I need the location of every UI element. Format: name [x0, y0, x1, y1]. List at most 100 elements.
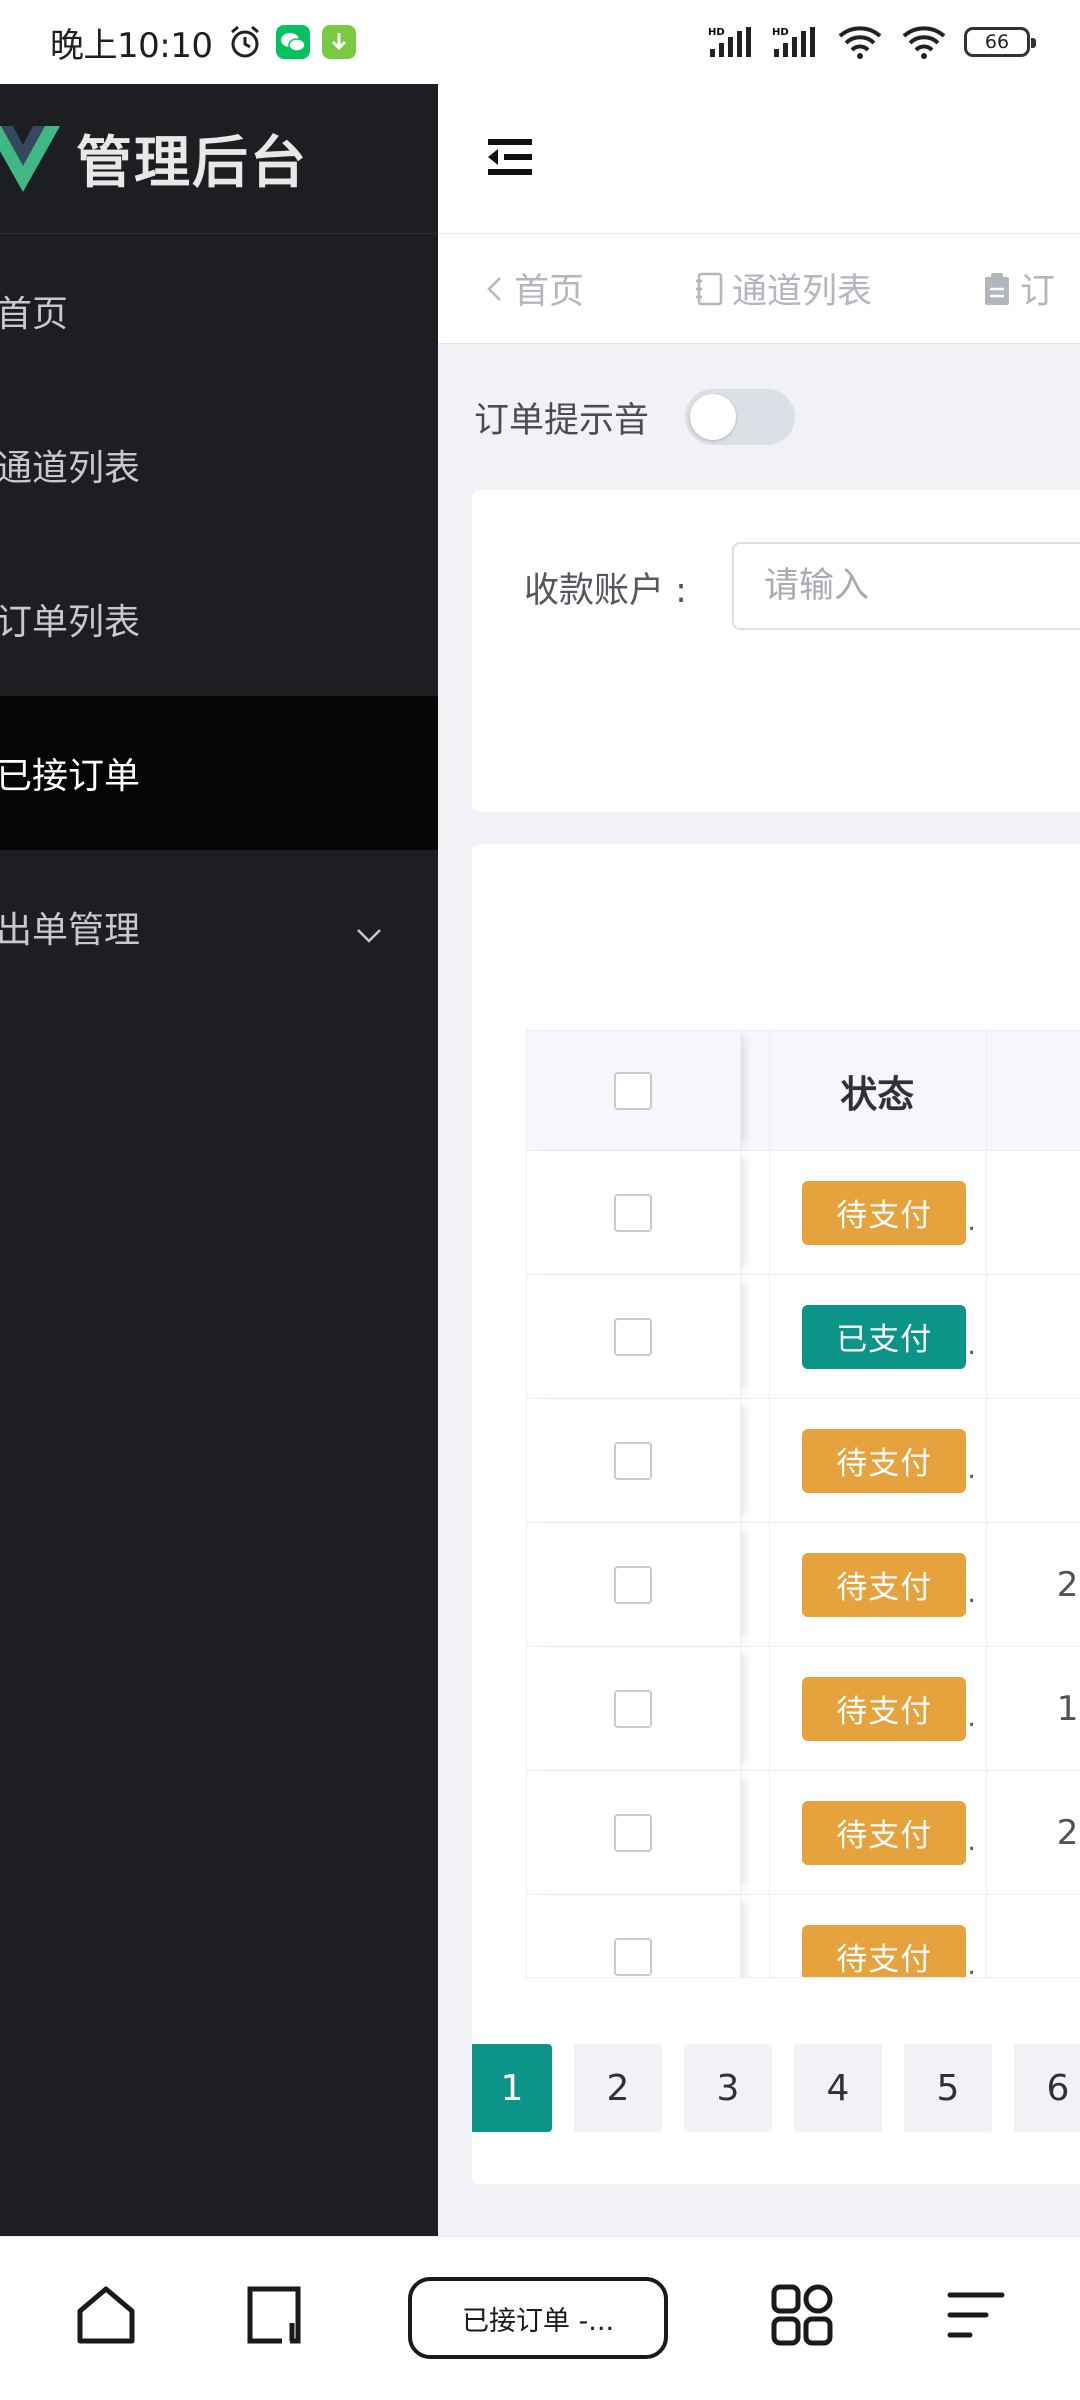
status-cell: 待支付.	[770, 1523, 987, 1646]
top-bar	[438, 84, 1080, 234]
next-cell: 2	[1056, 1564, 1079, 1605]
page-button-4[interactable]: 4	[794, 2044, 882, 2132]
sidebar-item-label: 首页	[0, 294, 69, 335]
table-row: 待支付. 2	[527, 1523, 1080, 1647]
truncation-dot: .	[967, 1827, 976, 1857]
tabs-bar: 首页 通道列表 订	[438, 234, 1080, 344]
notebook-icon	[696, 272, 723, 305]
status-cell: 待支付.	[770, 1151, 987, 1274]
table-row: 待支付. 1	[527, 1647, 1080, 1771]
home-icon[interactable]	[74, 2283, 138, 2351]
page-button-1[interactable]: 1	[472, 2044, 552, 2132]
sound-toggle-label: 订单提示音	[474, 400, 650, 441]
table-cell-gap	[741, 1771, 771, 1894]
row-checkbox-cell	[527, 1275, 741, 1398]
row-checkbox-cell	[527, 1771, 741, 1894]
table-cell-gap	[741, 1523, 771, 1646]
table-row: 待支付.	[527, 1399, 1080, 1523]
page-button-3[interactable]: 3	[684, 2044, 772, 2132]
header-checkbox-cell	[527, 1031, 741, 1150]
next-cell: 1	[1056, 1688, 1079, 1729]
wifi-icon-2	[900, 24, 950, 60]
sidebar-item-home[interactable]: 首页	[0, 234, 438, 388]
vue-logo-icon	[0, 124, 60, 194]
sound-toggle-row: 订单提示音	[438, 344, 1080, 490]
page-button-6[interactable]: 6	[1014, 2044, 1080, 2132]
tab-label: 订	[1020, 272, 1056, 312]
row-checkbox-cell	[527, 1647, 741, 1770]
status-cell: 待支付.	[770, 1399, 987, 1522]
truncation-dot: .	[967, 1579, 976, 1609]
download-icon	[322, 25, 357, 59]
orders-table: 状态 待支付. 已支付. 待支付 . 待支付 . 2 待支付 . 1 待支付 .…	[526, 1030, 1080, 1978]
truncation-dot: .	[967, 1703, 976, 1733]
table-row: 待支付.	[527, 1895, 1080, 1978]
pagination: 1 2 3 4 5 6	[472, 2044, 1080, 2132]
wifi-icon	[836, 24, 886, 60]
status-left-icons	[226, 23, 357, 61]
tab-order[interactable]: 订	[982, 263, 1055, 314]
menu-icon[interactable]	[944, 2283, 1008, 2351]
tab-home[interactable]: 首页	[484, 263, 584, 314]
main-content: 首页 通道列表 订 订单提示音 收款账户 : 请输入 状态 待支付 . 已支付 …	[438, 84, 1080, 2236]
sidebar-item-label: 出单管理	[0, 910, 141, 951]
row-checkbox[interactable]	[614, 1565, 653, 1604]
svg-text:HD: HD	[708, 27, 725, 38]
sidebar-item-accepted-orders[interactable]: 已接订单	[0, 696, 438, 850]
status-header-cell: 状态	[770, 1031, 987, 1150]
truncation-dot: .	[967, 1455, 976, 1485]
chevron-down-icon	[356, 912, 382, 953]
tab-label: 通道列表	[732, 272, 873, 312]
row-checkbox[interactable]	[614, 1317, 653, 1356]
select-all-checkbox[interactable]	[614, 1071, 653, 1110]
table-header-row: 状态	[527, 1031, 1080, 1151]
page-button-5[interactable]: 5	[904, 2044, 992, 2132]
account-input[interactable]	[732, 542, 1080, 630]
status-tag: 待支付	[802, 1180, 967, 1245]
table-card: 状态 待支付. 已支付. 待支付 . 待支付 . 2 待支付 . 1 待支付 .…	[472, 844, 1080, 2184]
signal-icon: HD	[708, 25, 758, 59]
table-cell-gap	[741, 1275, 771, 1398]
status-bar: 晚上10:10 HD HD 66	[0, 0, 1080, 84]
sidebar-item-label: 通道列表	[0, 448, 141, 489]
sidebar-item-channel-list[interactable]: 通道列表	[0, 388, 438, 542]
row-checkbox[interactable]	[614, 1193, 653, 1232]
tabs-icon[interactable]	[242, 2283, 306, 2351]
next-cell	[987, 1895, 1080, 1977]
battery-icon: 66	[964, 27, 1036, 57]
menu-fold-icon[interactable]	[486, 137, 534, 181]
tab-channel-list[interactable]: 通道列表	[694, 263, 872, 314]
row-checkbox-cell	[527, 1895, 741, 1977]
apps-grid-icon[interactable]	[770, 2283, 834, 2351]
table-row: 待支付.	[527, 1151, 1080, 1275]
sidebar: 管理后台 首页 通道列表 订单列表 已接订单 出单管理	[0, 84, 438, 2236]
table-cell-gap	[741, 1895, 771, 1977]
status-header: 状态	[840, 1072, 915, 1116]
wechat-icon	[276, 25, 311, 59]
table-row: 待支付. 2	[527, 1771, 1080, 1895]
search-card: 收款账户 :	[472, 490, 1080, 812]
browser-bottom-bar: 已接订单 -...	[0, 2236, 1080, 2400]
sidebar-item-dispatch-management[interactable]: 出单管理	[0, 850, 438, 1004]
page-button-2[interactable]: 2	[574, 2044, 662, 2132]
sidebar-title: 管理后台	[76, 131, 308, 196]
status-tag: 待支付	[802, 1800, 967, 1865]
sidebar-item-order-list[interactable]: 订单列表	[0, 542, 438, 696]
sound-toggle-switch[interactable]	[685, 389, 796, 445]
truncation-dot: .	[967, 1951, 976, 1978]
row-checkbox[interactable]	[614, 1441, 653, 1480]
next-header-cell	[987, 1031, 1080, 1150]
row-checkbox[interactable]	[614, 1689, 653, 1728]
alarm-icon	[226, 23, 264, 61]
status-tag: 已支付	[802, 1304, 967, 1369]
svg-text:HD: HD	[772, 27, 789, 38]
row-checkbox[interactable]	[614, 1813, 653, 1852]
signal-icon-2: HD	[772, 25, 822, 59]
row-checkbox[interactable]	[614, 1937, 653, 1976]
status-cell: 待支付.	[770, 1895, 987, 1978]
table-row: 已支付.	[527, 1275, 1080, 1399]
row-checkbox-cell	[527, 1523, 741, 1646]
current-tab-pill[interactable]: 已接订单 -...	[408, 2277, 668, 2359]
status-cell: 待支付.	[770, 1771, 987, 1894]
table-cell-gap	[741, 1399, 771, 1522]
